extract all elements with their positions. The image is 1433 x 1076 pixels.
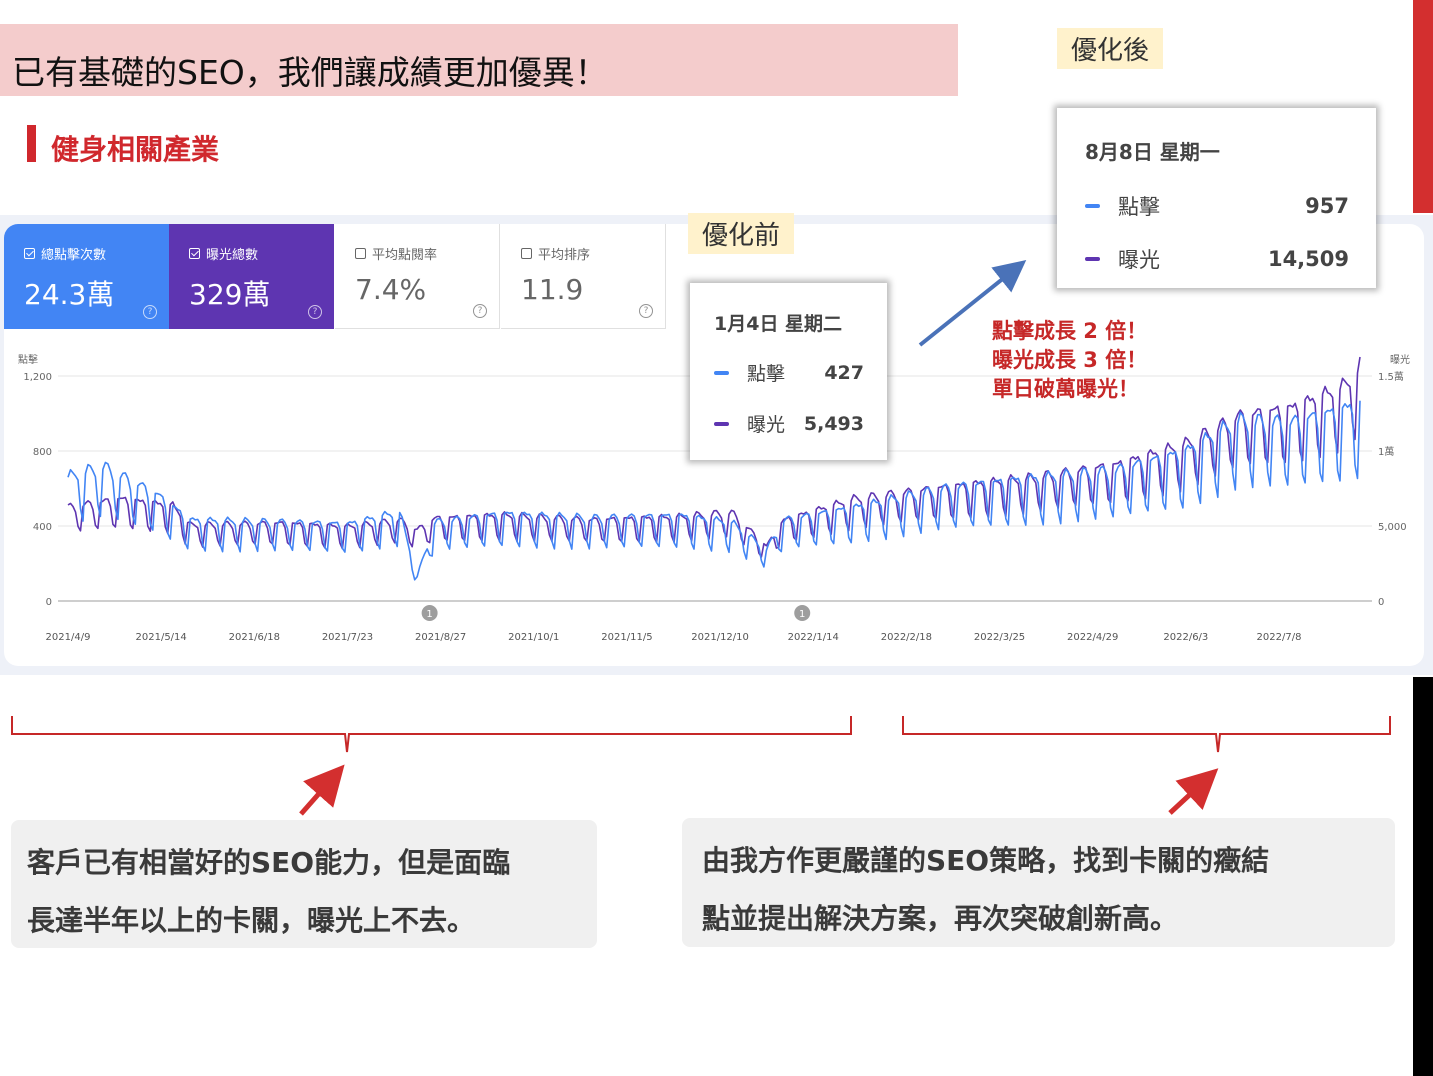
annotation-line: 曝光成長 3 倍！ xyxy=(992,348,1148,372)
explanation-line: 由我方作更嚴謹的SEO策略，找到卡關的癥結 xyxy=(702,844,1270,877)
growth-annotation: 點擊成長 2 倍！ 曝光成長 3 倍！ 單日破萬曝光！ xyxy=(992,317,1147,404)
left-pointer-arrow xyxy=(299,764,345,816)
annotation-line: 點擊成長 2 倍！ xyxy=(992,319,1148,343)
explanation-line: 點並提出解決方案，再次突破創新高。 xyxy=(702,902,1179,935)
right-pointer-arrow xyxy=(1168,768,1219,815)
right-bracket xyxy=(902,716,1391,753)
after-explanation-box: 由我方作更嚴謹的SEO策略，找到卡關的癥結 點並提出解決方案，再次突破創新高。 xyxy=(682,818,1395,947)
explanation-line: 長達半年以上的卡關，曝光上不去。 xyxy=(27,904,476,937)
left-bracket xyxy=(11,716,852,753)
annotation-line: 單日破萬曝光！ xyxy=(992,377,1139,401)
explanation-line: 客戶已有相當好的SEO能力，但是面臨 xyxy=(27,846,511,879)
before-explanation-box: 客戶已有相當好的SEO能力，但是面臨 長達半年以上的卡關，曝光上不去。 xyxy=(11,820,597,948)
